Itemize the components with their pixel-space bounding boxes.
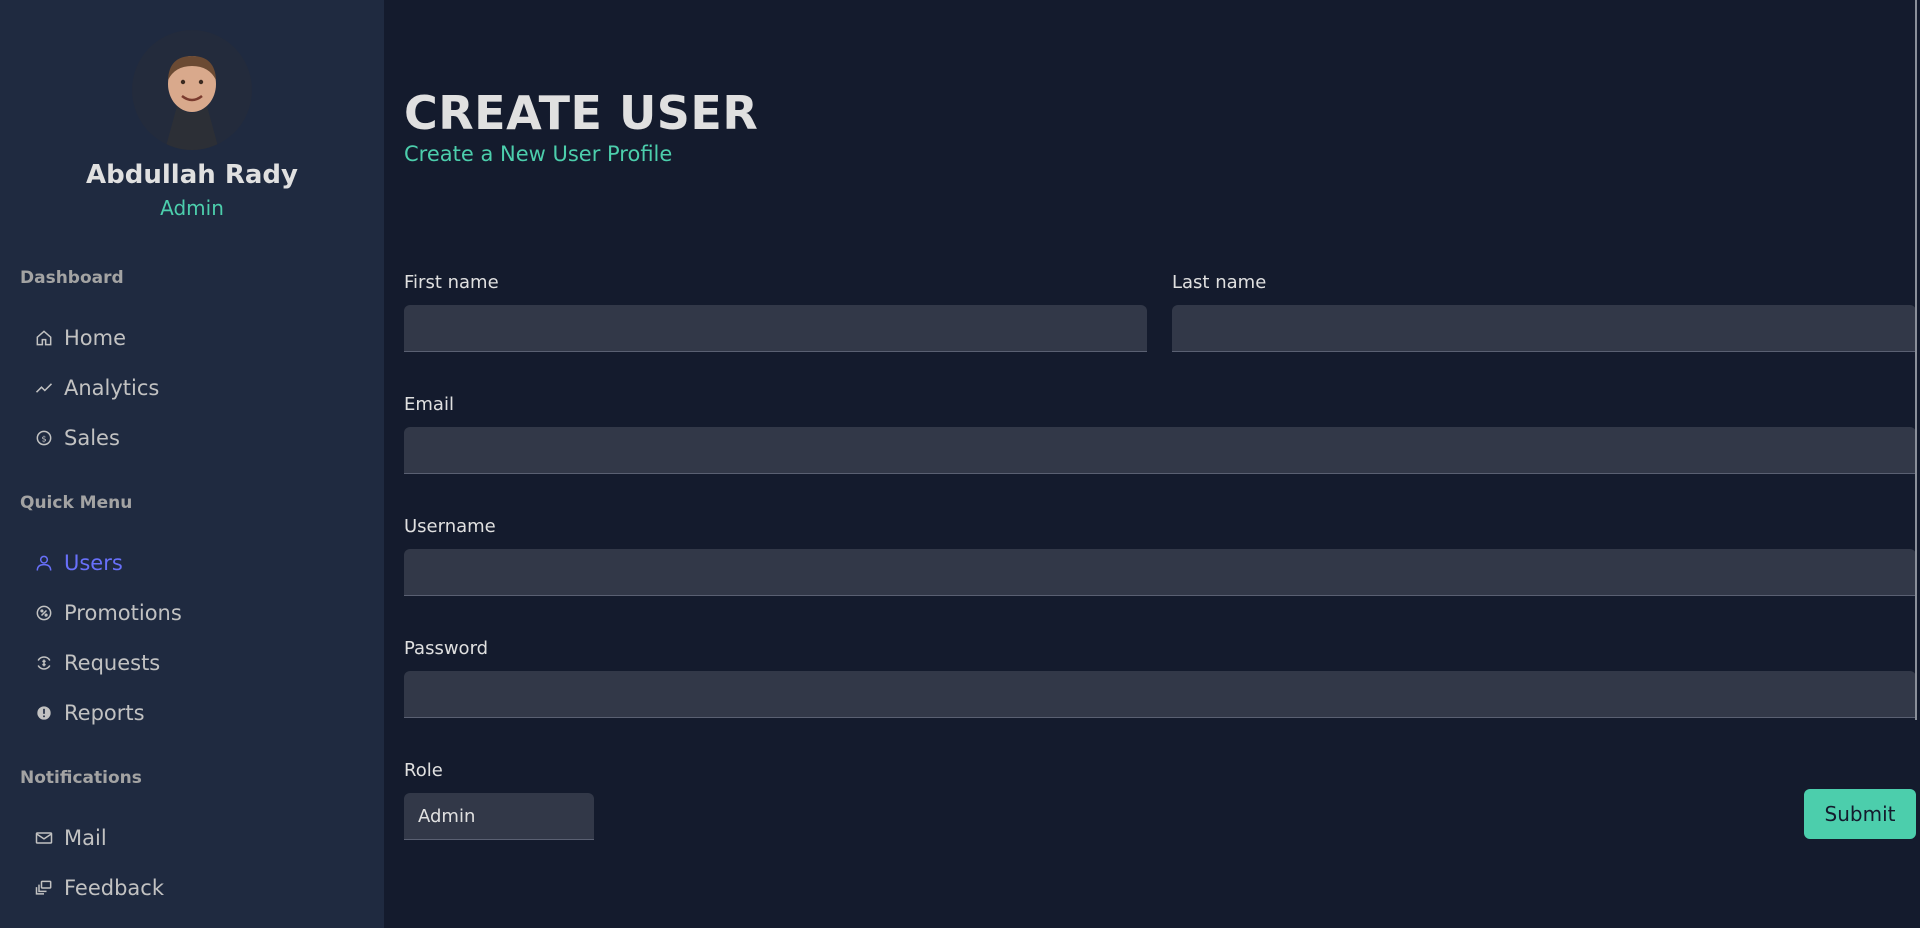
dollar-icon: $ — [34, 428, 54, 448]
password-label: Password — [404, 638, 489, 659]
sidebar-item-label: Requests — [64, 651, 161, 675]
password-field[interactable] — [404, 671, 1916, 718]
alert-icon — [34, 703, 54, 723]
sidebar-item-label: Users — [64, 551, 123, 575]
sidebar-item-label: Home — [64, 326, 127, 350]
sidebar-item-home[interactable]: Home — [34, 326, 126, 350]
sidebar-item-sales[interactable]: $ Sales — [34, 426, 120, 450]
sidebar-item-users[interactable]: Users — [34, 551, 123, 575]
section-title-quick-menu: Quick Menu — [20, 493, 133, 513]
first-name-label: First name — [404, 272, 499, 293]
trend-icon — [34, 378, 54, 398]
sidebar-item-requests[interactable]: Requests — [34, 651, 160, 675]
mail-icon — [34, 828, 54, 848]
sidebar-item-label: Analytics — [64, 376, 160, 400]
section-title-notifications: Notifications — [20, 768, 142, 788]
sidebar-item-reports[interactable]: Reports — [34, 701, 145, 725]
feedback-icon — [34, 878, 54, 898]
sidebar-item-mail[interactable]: Mail — [34, 826, 107, 850]
sidebar-item-feedback[interactable]: Feedback — [34, 876, 164, 900]
last-name-label: Last name — [1172, 272, 1267, 293]
page-title: CREATE USER — [404, 86, 759, 140]
first-name-field[interactable] — [404, 305, 1147, 352]
currency-exchange-icon — [34, 653, 54, 673]
role-select-value: Admin — [418, 805, 476, 827]
scrollbar[interactable] — [1915, 0, 1917, 720]
section-title-dashboard: Dashboard — [20, 268, 124, 288]
profile-name: Abdullah Rady — [86, 160, 298, 190]
role-label: Role — [404, 760, 443, 781]
email-label: Email — [404, 394, 454, 415]
person-icon — [34, 553, 54, 573]
sidebar-item-label: Reports — [64, 701, 145, 725]
role-select[interactable]: Admin — [404, 793, 594, 840]
avatar-portrait-icon — [165, 56, 219, 150]
page-subtitle: Create a New User Profile — [404, 142, 673, 166]
main-content: CREATE USER Create a New User Profile Fi… — [384, 0, 1920, 928]
last-name-field[interactable] — [1172, 305, 1916, 352]
sidebar-item-label: Feedback — [64, 876, 165, 900]
svg-text:$: $ — [41, 433, 46, 443]
email-field[interactable] — [404, 427, 1916, 474]
sidebar-item-promotions[interactable]: Promotions — [34, 601, 182, 625]
badge-icon — [34, 603, 54, 623]
sidebar-item-label: Mail — [64, 826, 107, 850]
sidebar-item-label: Promotions — [64, 601, 182, 625]
profile-role: Admin — [160, 196, 224, 220]
sidebar-item-label: Sales — [64, 426, 120, 450]
submit-button[interactable]: Submit — [1804, 789, 1916, 839]
sidebar-item-analytics[interactable]: Analytics — [34, 376, 159, 400]
home-icon — [34, 328, 54, 348]
avatar — [132, 30, 252, 150]
sidebar: Abdullah Rady Admin Dashboard Home Analy… — [0, 0, 384, 928]
profile-card: Abdullah Rady Admin — [0, 0, 384, 220]
username-label: Username — [404, 516, 496, 537]
username-field[interactable] — [404, 549, 1916, 596]
